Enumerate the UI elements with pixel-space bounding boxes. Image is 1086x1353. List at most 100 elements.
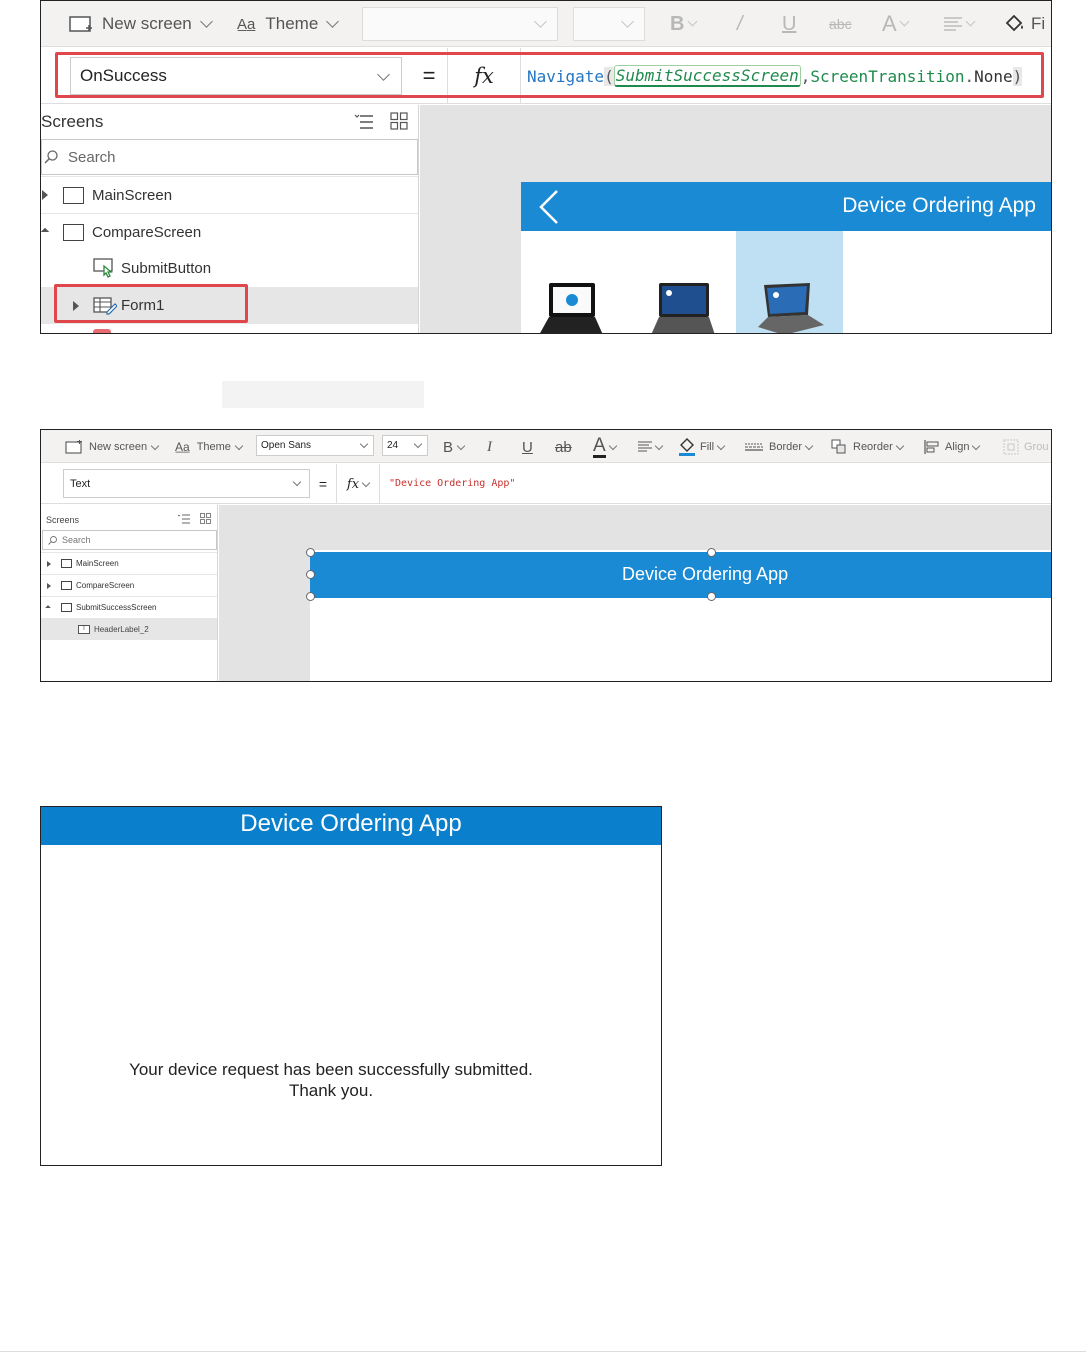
tree-item-form1[interactable]: Form1	[41, 287, 418, 324]
border-button[interactable]: Border	[744, 437, 814, 457]
group-label: Grou	[1024, 441, 1049, 453]
fx-button[interactable]: fx	[336, 464, 380, 504]
formula-comma: ,	[800, 66, 811, 86]
font-family-dropdown[interactable]	[362, 7, 558, 41]
bold-button[interactable]: B	[670, 11, 698, 37]
fill-button[interactable]: Fi	[1003, 11, 1045, 37]
app-header-bar: Device Ordering App	[41, 807, 661, 845]
design-canvas: Device Ordering App	[219, 505, 1051, 681]
property-dropdown[interactable]: OnSuccess	[70, 57, 402, 95]
align-button[interactable]: Align	[924, 437, 981, 457]
screens-search-input[interactable]: Search	[41, 139, 418, 175]
align-objects-icon	[924, 440, 939, 454]
font-color-button[interactable]: A	[882, 11, 910, 37]
strikethrough-button[interactable]: ab	[555, 437, 572, 457]
grid-view-icon[interactable]	[390, 112, 408, 130]
collapse-arrow-icon[interactable]	[45, 604, 51, 611]
underline-button[interactable]: U	[522, 437, 533, 457]
font-family-dropdown[interactable]: Open Sans	[256, 435, 374, 456]
fx-button[interactable]: fx	[447, 48, 521, 104]
screens-search-input[interactable]: Search	[42, 530, 217, 550]
search-placeholder: Search	[68, 148, 116, 166]
screens-sidebar: Screens Search MainScreen CompareScreen …	[41, 505, 218, 681]
italic-button[interactable]: I	[487, 437, 492, 457]
new-screen-button[interactable]: New screen	[69, 11, 213, 37]
collapse-arrow-icon[interactable]	[41, 227, 50, 237]
resize-handle[interactable]	[306, 570, 315, 579]
screen-icon	[61, 559, 72, 568]
group-button[interactable]: Grou	[1003, 437, 1048, 457]
chevron-down-icon	[359, 439, 369, 449]
list-view-icon[interactable]	[354, 114, 374, 130]
list-view-icon[interactable]	[178, 514, 190, 524]
formula-function: Navigate	[527, 66, 605, 86]
text-align-button[interactable]	[637, 437, 664, 457]
laptop-image[interactable]	[649, 281, 715, 334]
chevron-down-icon	[716, 441, 726, 450]
tree-item-mainscreen[interactable]: MainScreen	[41, 176, 418, 213]
tree-item-headerlabel[interactable]: T HeaderLabel_2	[41, 618, 217, 640]
laptop-image[interactable]	[754, 281, 826, 334]
fill-button[interactable]: Fill	[678, 437, 726, 457]
formula-transition-arg: ScreenTransition	[810, 66, 965, 86]
expand-arrow-icon[interactable]	[47, 582, 51, 589]
tree-item-comparescreen[interactable]: CompareScreen	[41, 213, 418, 250]
tree-item-mainscreen[interactable]: MainScreen	[41, 552, 217, 574]
resize-handle[interactable]	[707, 548, 716, 557]
formula-dot: .	[964, 66, 975, 86]
font-color-button[interactable]: A	[593, 436, 617, 458]
laptop-image[interactable]	[537, 281, 603, 334]
formula-bar: OnSuccess = fx Navigate ( SubmitSuccessS…	[41, 48, 1051, 104]
underline-label: U	[522, 438, 533, 456]
tree-item-submitbutton[interactable]: SubmitButton	[41, 250, 418, 287]
app-header-title: Device Ordering App	[240, 810, 462, 837]
chevron-down-icon	[292, 477, 302, 487]
tree-item-label: HeaderLabel_2	[94, 625, 149, 634]
resize-handle[interactable]	[306, 592, 315, 601]
strikethrough-button[interactable]: abc	[829, 11, 852, 37]
fx-label: fx	[346, 476, 360, 492]
bold-button[interactable]: B	[443, 437, 466, 457]
app-screen-preview[interactable]: Device Ordering App	[306, 548, 1051, 681]
group-icon	[1003, 439, 1019, 455]
formula-input[interactable]: "Device Ordering App"	[389, 469, 515, 498]
font-family-value: Open Sans	[261, 440, 312, 451]
resize-handle[interactable]	[707, 592, 716, 601]
onsuccess-editor-screenshot: New screen A̲a̲ Theme B / U abc A Fi OnS	[40, 0, 1052, 334]
align-icon	[944, 17, 962, 31]
screens-title: Screens	[41, 112, 104, 131]
new-screen-button[interactable]: New screen	[65, 437, 160, 457]
tree-item-comparescreen[interactable]: CompareScreen	[41, 574, 217, 596]
formula-paren: )	[1012, 66, 1023, 86]
grid-view-icon[interactable]	[200, 513, 211, 524]
header-label-selected[interactable]: Device Ordering App	[310, 552, 1051, 598]
font-size-dropdown[interactable]	[573, 7, 645, 41]
property-dropdown[interactable]: Text	[63, 469, 310, 498]
underline-button[interactable]: U	[782, 11, 796, 37]
tree-item-submitsuccessscreen[interactable]: SubmitSuccessScreen	[41, 596, 217, 618]
theme-button[interactable]: A̲a̲ Theme	[237, 11, 340, 37]
equals-sign: =	[422, 63, 436, 88]
new-screen-label: New screen	[89, 441, 148, 453]
theme-icon: A̲a̲	[175, 440, 190, 454]
expand-arrow-icon[interactable]	[42, 190, 48, 200]
screens-sidebar: Screens Search MainScreen CompareScreen …	[41, 105, 419, 333]
resize-handle[interactable]	[306, 548, 315, 557]
back-chevron-icon[interactable]	[537, 189, 561, 225]
theme-label: Theme	[196, 441, 231, 453]
font-size-dropdown[interactable]: 24	[382, 435, 428, 456]
text-align-button[interactable]	[943, 11, 976, 37]
formula-bar: Text = fx "Device Ordering App"	[41, 464, 1051, 504]
formula-input[interactable]: Navigate ( SubmitSuccessScreen , ScreenT…	[527, 58, 1023, 94]
app-screen-preview[interactable]: Device Ordering App	[521, 182, 1051, 334]
formula-paren: (	[604, 66, 614, 86]
italic-button[interactable]: /	[737, 11, 743, 37]
property-label: OnSuccess	[80, 66, 167, 85]
chevron-down-icon	[199, 15, 213, 28]
theme-button[interactable]: A̲a̲ Theme	[175, 437, 244, 457]
reorder-button[interactable]: Reorder	[831, 437, 904, 457]
form-icon	[93, 296, 117, 315]
screen-icon	[61, 603, 72, 612]
expand-arrow-icon[interactable]	[47, 560, 51, 567]
expand-arrow-icon[interactable]	[73, 300, 79, 311]
